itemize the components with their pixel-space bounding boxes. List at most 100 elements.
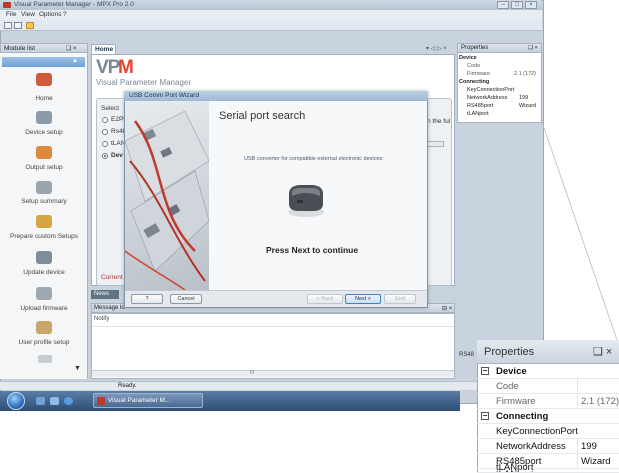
window-title: Visual Parameter Manager - MPX Pro 2.0 bbox=[14, 1, 134, 8]
right-text-fragment: n the ful bbox=[427, 118, 451, 125]
module-list-selection: ▲ bbox=[2, 57, 85, 67]
module-list-title: Module list bbox=[4, 45, 36, 52]
prop-networkaddress-value: 199 bbox=[519, 95, 529, 101]
zoom-prop-keyconnectionport-key: KeyConnectionPort bbox=[496, 426, 578, 437]
zoom-prop-rs485port-value: Wizard bbox=[581, 456, 611, 467]
zoom-prop-networkaddress[interactable]: NetworkAddress 199 bbox=[477, 439, 619, 454]
help-button[interactable]: ? bbox=[131, 294, 163, 304]
module-label: Output setup bbox=[25, 164, 63, 171]
module-label: Prepare custom Setups bbox=[10, 233, 78, 240]
dialog-description: USB converter for compatible external el… bbox=[244, 156, 384, 162]
right-field[interactable] bbox=[427, 141, 444, 147]
zoom-properties-title: Properties bbox=[484, 346, 535, 358]
menu-bar: File View Options ? bbox=[0, 10, 542, 20]
module-list: ▲ Home Device setup Output setup Setup s… bbox=[0, 53, 88, 379]
cancel-button[interactable]: Cancel bbox=[170, 294, 202, 304]
user-profile-icon bbox=[36, 321, 52, 334]
prop-rs485port-key: RS485port bbox=[467, 103, 494, 109]
zoom-prop-networkaddress-value: 199 bbox=[581, 441, 597, 452]
radio-device[interactable] bbox=[102, 153, 108, 159]
radio-rs485[interactable] bbox=[102, 129, 108, 135]
zoom-column-divider bbox=[577, 379, 578, 394]
app-icon bbox=[3, 2, 11, 8]
app-taskbar-icon bbox=[97, 397, 105, 405]
usb-converter-icon bbox=[288, 185, 324, 217]
setup-summary-icon bbox=[36, 181, 52, 194]
log-horizontal-scrollbar[interactable]: III bbox=[92, 370, 454, 377]
zoom-column-divider bbox=[577, 394, 578, 409]
prop-group-device[interactable]: Device bbox=[459, 55, 477, 61]
browser-icon[interactable] bbox=[64, 397, 73, 405]
zoom-group-connecting[interactable]: − Connecting bbox=[477, 409, 619, 424]
dialog-title-bar: USB Comm Port Wizard bbox=[124, 91, 428, 101]
zoom-properties-header: Properties ❑ × bbox=[477, 340, 619, 364]
module-list-pin-icon[interactable]: ❑ × bbox=[66, 45, 77, 52]
start-button[interactable] bbox=[7, 392, 25, 410]
collapse-connecting-icon[interactable]: − bbox=[481, 412, 489, 420]
menu-help[interactable]: ? bbox=[63, 11, 67, 18]
prop-firmware-value: 2.1 (172) bbox=[514, 71, 537, 77]
show-desktop-icon[interactable] bbox=[36, 397, 45, 405]
module-label: Setup summary bbox=[21, 198, 67, 205]
zoom-prop-firmware-value: 2.1 (172) bbox=[581, 396, 619, 407]
menu-file[interactable]: File bbox=[6, 11, 16, 18]
prop-keyconnectionport-key: KeyConnectionPort bbox=[467, 87, 515, 93]
option-device-label: Dev bbox=[111, 152, 123, 159]
current-label: Current bbox=[101, 274, 123, 281]
zoom-group-device[interactable]: − Device bbox=[477, 364, 619, 379]
vpm-logo-subtitle: Visual Parameter Manager bbox=[96, 78, 192, 87]
vpm-logo-m: M bbox=[118, 57, 134, 78]
message-log-pin-icon[interactable]: ⊟ × bbox=[442, 305, 452, 312]
zoom-properties-pin-icon[interactable]: ❑ × bbox=[593, 345, 612, 358]
upload-firmware-icon bbox=[36, 287, 52, 300]
prop-tlanport-key: tLANport bbox=[467, 111, 489, 117]
vpm-logo-vp: VP bbox=[96, 57, 120, 78]
zoom-column-divider bbox=[577, 439, 578, 454]
tab-news[interactable]: News bbox=[91, 290, 119, 299]
save-icon[interactable] bbox=[14, 22, 22, 29]
open-icon[interactable] bbox=[4, 22, 12, 29]
collapse-up-icon[interactable]: ▲ bbox=[72, 58, 78, 64]
notify-column: Notify bbox=[94, 316, 110, 322]
zoom-tlanport-label: tLANport bbox=[496, 462, 534, 473]
home-icon bbox=[36, 73, 52, 86]
properties-pin-icon[interactable]: ❑ × bbox=[528, 45, 538, 51]
maximize-button[interactable]: □ bbox=[511, 1, 523, 9]
module-label: User profile setup bbox=[18, 339, 70, 346]
menu-view[interactable]: View bbox=[21, 11, 35, 18]
properties-panel-header: Properties ❑ × bbox=[457, 43, 542, 53]
scroll-down-icon[interactable]: ▼ bbox=[74, 365, 81, 372]
zoom-callout-lines bbox=[541, 121, 618, 341]
rs485-fragment: RS48 bbox=[459, 352, 475, 358]
minimize-button[interactable]: – bbox=[497, 1, 509, 9]
title-bar: Visual Parameter Manager - MPX Pro 2.0 –… bbox=[0, 0, 542, 10]
doc-nav-icons[interactable]: ▾ ◁ ▷ × bbox=[426, 45, 447, 52]
scroll-thumb-grip: III bbox=[250, 370, 255, 376]
tab-home[interactable]: Home bbox=[91, 44, 116, 54]
switch-windows-icon[interactable] bbox=[50, 397, 59, 405]
zoom-prop-networkaddress-key: NetworkAddress bbox=[496, 441, 566, 452]
zoom-prop-keyconnectionport[interactable]: KeyConnectionPort bbox=[477, 424, 619, 439]
radio-tlan[interactable] bbox=[102, 141, 108, 147]
toolbar bbox=[0, 20, 542, 31]
dialog-heading: Serial port search bbox=[219, 110, 306, 122]
tab-news-label: News bbox=[94, 291, 110, 297]
zoom-prop-code[interactable]: Code bbox=[477, 379, 619, 394]
back-button[interactable]: < Back bbox=[307, 294, 343, 304]
taskbar-app-label: Visual Parameter M... bbox=[108, 397, 171, 404]
properties-title: Properties bbox=[461, 45, 489, 51]
taskbar-app-button[interactable]: Visual Parameter M... bbox=[93, 393, 203, 408]
radio-e2prom[interactable] bbox=[102, 117, 108, 123]
zoom-prop-firmware[interactable]: Firmware 2.1 (172) bbox=[477, 394, 619, 409]
wizard-icon[interactable] bbox=[26, 22, 34, 29]
next-button[interactable]: Next > bbox=[345, 294, 381, 304]
more-modules-icon bbox=[38, 355, 52, 363]
output-setup-icon bbox=[36, 146, 52, 159]
menu-options[interactable]: Options bbox=[39, 11, 61, 18]
prop-code-key: Code bbox=[467, 63, 481, 69]
close-button[interactable]: × bbox=[525, 1, 537, 9]
end-button[interactable]: End bbox=[384, 294, 416, 304]
select-label: Select bbox=[101, 105, 120, 112]
collapse-device-icon[interactable]: − bbox=[481, 367, 489, 375]
prop-group-connecting[interactable]: Connecting bbox=[459, 79, 489, 85]
